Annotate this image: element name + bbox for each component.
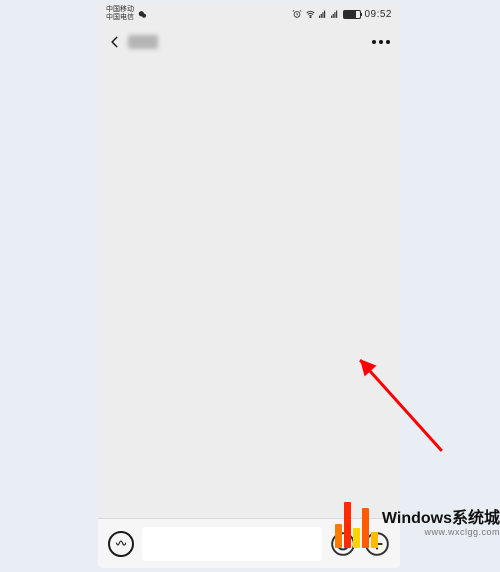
watermark-logo-icon — [335, 500, 378, 548]
chat-nav-bar — [98, 22, 400, 62]
status-clock: 09:52 — [364, 9, 392, 20]
voice-button[interactable] — [108, 531, 134, 557]
watermark-url: www.wxclgg.com — [382, 528, 500, 538]
battery-icon — [343, 10, 361, 19]
back-button[interactable] — [108, 31, 122, 53]
carrier-line-2: 中国电信 — [106, 14, 134, 22]
carrier-line-1: 中国移动 — [106, 6, 134, 14]
chat-messages-area[interactable] — [98, 62, 400, 518]
watermark: Windows系统城 www.wxclgg.com — [335, 500, 500, 548]
signal-1-icon — [319, 10, 328, 19]
carrier-labels: 中国移动 中国电信 — [106, 6, 134, 22]
contact-name[interactable] — [128, 35, 158, 49]
message-input[interactable] — [142, 527, 322, 561]
status-bar: 中国移动 中国电信 09:52 — [98, 4, 400, 22]
watermark-title: Windows系统城 — [382, 510, 500, 528]
wifi-icon — [305, 10, 316, 19]
phone-frame: 中国移动 中国电信 09:52 — [98, 4, 400, 568]
signal-2-icon — [331, 10, 340, 19]
more-button[interactable] — [372, 40, 390, 44]
wechat-icon — [138, 10, 147, 19]
alarm-icon — [292, 9, 302, 19]
